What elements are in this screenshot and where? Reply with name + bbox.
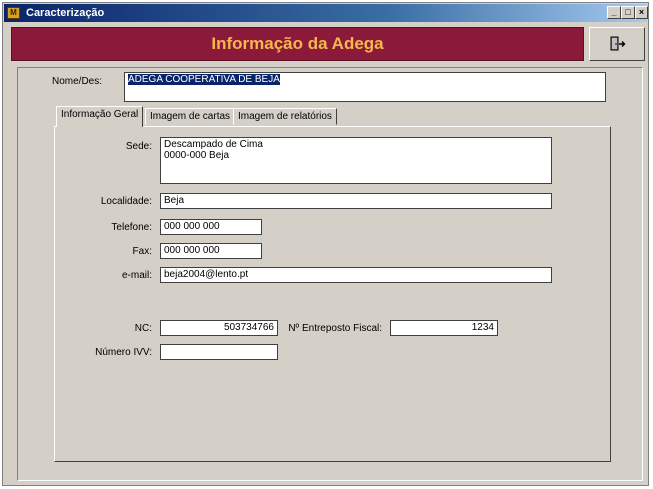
sede-line-1: Descampado de Cima	[164, 139, 263, 150]
exit-door-icon	[610, 36, 626, 51]
nome-value: ADEGA COOPERATIVA DE BEJA	[128, 74, 280, 85]
exit-button[interactable]	[589, 27, 645, 61]
nc-label: NC:	[134, 323, 152, 334]
winery-app-icon[interactable]: M	[7, 7, 20, 19]
tab-imagem-cartas[interactable]: Imagem de cartas	[145, 108, 236, 125]
entreposto-input[interactable]: 1234	[390, 320, 498, 336]
maximize-icon: □	[625, 7, 631, 17]
window-title: Caracterização	[26, 7, 105, 19]
page-title: Informação da Adega	[211, 34, 384, 53]
telefone-input[interactable]: 000 000 000	[160, 219, 262, 235]
sede-textarea[interactable]: Descampado de Cima 0000-000 Beja	[160, 137, 552, 184]
nome-label: Nome/Des:	[52, 76, 103, 87]
localidade-input[interactable]: Beja	[160, 193, 552, 209]
fax-label: Fax:	[132, 246, 152, 257]
ivv-label: Número IVV:	[95, 347, 152, 358]
sede-label: Sede:	[125, 141, 152, 152]
entreposto-label: Nº Entreposto Fiscal:	[288, 323, 382, 334]
close-button[interactable]: ×	[635, 6, 648, 19]
minimize-icon: _	[611, 7, 617, 17]
nc-input[interactable]: 503734766	[160, 320, 278, 336]
email-input[interactable]: beja2004@lento.pt	[160, 267, 552, 283]
close-icon: ×	[638, 7, 645, 17]
nome-input[interactable]: ADEGA COOPERATIVA DE BEJA	[124, 72, 606, 102]
header-banner: Informação da Adega	[11, 27, 584, 61]
tab-informacao-geral[interactable]: Informação Geral	[56, 106, 144, 127]
sede-line-2: 0000-000 Beja	[164, 150, 230, 161]
minimize-button[interactable]: _	[607, 6, 621, 19]
title-bar[interactable]: M Caracterização _ □ ×	[4, 4, 648, 22]
tab-imagem-relatorios[interactable]: Imagem de relatórios	[233, 108, 337, 125]
ivv-input[interactable]	[160, 344, 278, 360]
email-label: e-mail:	[121, 270, 152, 281]
maximize-button[interactable]: □	[621, 6, 635, 19]
fax-input[interactable]: 000 000 000	[160, 243, 262, 259]
telefone-label: Telefone:	[111, 222, 152, 233]
localidade-label: Localidade:	[100, 196, 152, 207]
